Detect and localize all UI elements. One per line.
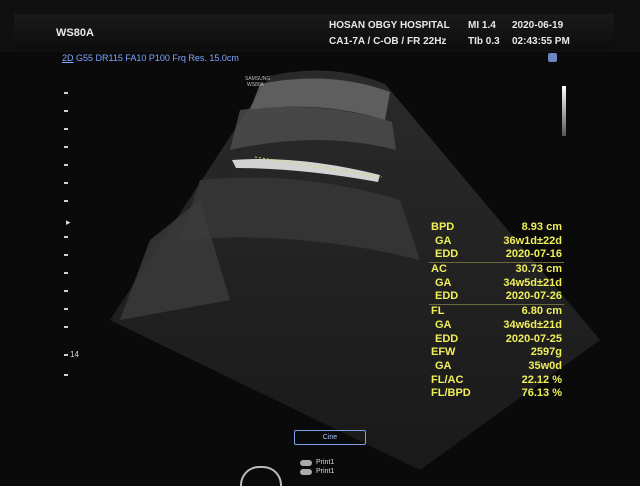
measurement-row: FL/BPD 76.13 % [429, 387, 564, 401]
measurement-panel: BPD 8.93 cm GA 36w1d±22d EDD 2020-07-16 AC 30.7… [429, 221, 564, 401]
measurement-key: BPD [431, 221, 455, 233]
depth-tick [64, 272, 68, 274]
depth-tick [64, 164, 68, 166]
print1-label[interactable]: Print1 [316, 459, 334, 466]
focus-marker-icon[interactable]: ▸ [66, 217, 71, 228]
depth-tick [64, 374, 68, 376]
print2-toggle[interactable] [300, 469, 312, 475]
depth-tick [64, 236, 68, 238]
tgc-bar[interactable] [562, 86, 566, 136]
depth-tick [64, 110, 68, 112]
measurement-row: GA 34w5d±21d [429, 277, 564, 291]
measurement-row: EFW 2597g [429, 346, 564, 360]
measurement-value: 76.13 % [521, 387, 562, 400]
measurement-value: 34w5d±21d [503, 276, 562, 289]
print2-label[interactable]: Print1 [316, 468, 334, 475]
measurement-value: 2597g [530, 346, 562, 359]
depth-tick [64, 308, 68, 310]
measurement-row: BPD 8.93 cm [429, 221, 564, 235]
measurement-key: AC [431, 263, 447, 276]
measurement-key: EFW [431, 346, 456, 359]
measurement-row: AC 30.73 cm [429, 262, 564, 277]
print1-toggle[interactable] [300, 460, 312, 466]
depth-tick [64, 146, 68, 148]
measurement-value: 2020-07-26 [505, 290, 562, 303]
measurement-value: 34w6d±21d [503, 318, 562, 331]
depth-tick [64, 200, 68, 202]
depth-tick [64, 254, 68, 256]
measurement-key: FL/AC [431, 373, 464, 386]
measurement-key: GA [435, 359, 452, 372]
measurement-row: GA 34w6d±21d [429, 319, 564, 333]
probe-label: WS80A [247, 82, 265, 88]
measurement-row: FL 6.80 cm [429, 304, 564, 319]
measurement-value: 22.12 % [521, 373, 562, 386]
measurement-key: FL [431, 305, 445, 318]
cine-button[interactable]: Cine [294, 430, 366, 445]
measurement-key: GA [435, 234, 452, 247]
measurement-value: 36w1d±22d [503, 234, 562, 247]
measurement-value: 35w0d [528, 359, 562, 372]
measurement-row: EDD 2020-07-25 [429, 333, 564, 347]
measurement-row: FL/AC 22.12 % [429, 374, 564, 388]
measurement-value: 6.80 cm [521, 305, 562, 318]
depth-tick [64, 354, 68, 356]
depth-tick [64, 326, 68, 328]
measurement-key: EDD [435, 290, 459, 303]
measurement-row: GA 35w0d [429, 360, 564, 374]
depth-tick [64, 290, 68, 292]
depth-tick [64, 182, 68, 184]
measurement-value: 30.73 cm [515, 263, 562, 276]
measurement-key: GA [435, 318, 452, 331]
measurement-key: EDD [435, 332, 459, 345]
measurement-value: 2020-07-25 [505, 332, 562, 345]
measurement-key: FL/BPD [431, 387, 471, 400]
measurement-row: EDD 2020-07-26 [429, 290, 564, 304]
depth-tick [64, 128, 68, 130]
measurement-value: 2020-07-16 [505, 248, 562, 261]
measurement-key: EDD [435, 248, 459, 261]
depth-scale-label: 14 [70, 350, 79, 359]
measurement-value: 8.93 cm [521, 221, 562, 233]
measurement-key: GA [435, 276, 452, 289]
measurement-row: EDD 2020-07-16 [429, 248, 564, 262]
depth-tick [64, 92, 68, 94]
measurement-row: GA 36w1d±22d [429, 235, 564, 249]
